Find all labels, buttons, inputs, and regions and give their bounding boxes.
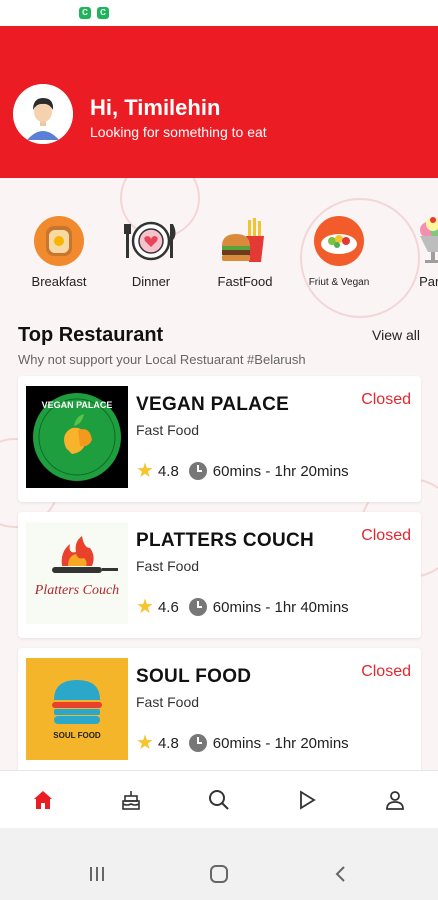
clock-icon — [188, 462, 207, 480]
profile-icon[interactable] — [380, 785, 410, 815]
play-icon[interactable] — [292, 785, 322, 815]
status-badge: Closed — [361, 391, 411, 408]
restaurant-logo: VEGAN PALACE — [26, 386, 128, 488]
search-icon[interactable] — [204, 785, 234, 815]
restaurant-meta: ★ 4.8 60mins - 1hr 20mins — [136, 732, 349, 754]
category-row: Breakfast Dinner FastFood Friut & Vegan … — [0, 214, 438, 304]
home-icon[interactable] — [28, 785, 58, 815]
bottom-navigation — [0, 770, 438, 828]
status-bar: C C — [0, 0, 438, 26]
clock-icon — [188, 598, 207, 616]
category-parfait[interactable]: Parf — [386, 214, 438, 289]
restaurant-card[interactable]: SOUL FOOD SOUL FOOD Closed Fast Food ★ 4… — [18, 648, 421, 770]
salad-bowl-icon — [312, 214, 366, 268]
parfait-icon — [404, 214, 438, 268]
restaurant-name: SOUL FOOD — [136, 666, 252, 687]
star-icon: ★ — [136, 732, 154, 754]
header: Hi, Timilehin Looking for something to e… — [0, 26, 438, 178]
restaurant-category: Fast Food — [136, 558, 200, 574]
restaurant-card[interactable]: Platters Couch PLATTERS COUCH Closed Fas… — [18, 512, 421, 638]
rating-value: 4.6 — [157, 598, 179, 616]
star-icon: ★ — [136, 460, 154, 482]
status-badge: Closed — [361, 663, 411, 680]
restaurant-card[interactable]: VEGAN PALACE VEGAN PALACE Closed Fast Fo… — [18, 376, 421, 502]
category-breakfast[interactable]: Breakfast — [14, 214, 104, 289]
star-icon: ★ — [136, 596, 154, 618]
status-badge: Closed — [361, 527, 411, 544]
restaurant-meta: ★ 4.6 60mins - 1hr 40mins — [136, 596, 349, 618]
rating-value: 4.8 — [157, 462, 179, 480]
breakfast-toast-icon — [32, 214, 86, 268]
view-all-link[interactable]: View all — [372, 327, 420, 343]
section-title: Top Restaurant — [18, 324, 164, 346]
category-fruit-vegan[interactable]: Friut & Vegan — [294, 214, 384, 288]
delivery-time: 60mins - 1hr 20mins — [212, 734, 349, 752]
avatar[interactable] — [13, 84, 73, 144]
rating-value: 4.8 — [157, 734, 179, 752]
category-dinner[interactable]: Dinner — [106, 214, 196, 289]
cake-icon[interactable] — [116, 785, 146, 815]
restaurant-meta: ★ 4.8 60mins - 1hr 20mins — [136, 460, 349, 482]
restaurant-category: Fast Food — [136, 694, 200, 710]
delivery-time: 60mins - 1hr 20mins — [212, 462, 349, 480]
main-content[interactable]: Breakfast Dinner FastFood Friut & Vegan … — [0, 178, 438, 770]
section-subtitle: Why not support your Local Restuarant #B… — [18, 352, 306, 367]
notification-icon: C — [97, 7, 109, 19]
restaurant-logo: Platters Couch — [26, 522, 128, 624]
svg-text:SOUL FOOD: SOUL FOOD — [53, 731, 101, 740]
restaurant-name: VEGAN PALACE — [136, 394, 290, 415]
category-fastfood[interactable]: FastFood — [200, 214, 290, 289]
clock-icon — [188, 734, 207, 752]
restaurant-name: PLATTERS COUCH — [136, 530, 315, 551]
svg-text:Platters Couch: Platters Couch — [34, 583, 119, 598]
header-subtitle: Looking for something to eat — [90, 124, 267, 140]
delivery-time: 60mins - 1hr 40mins — [212, 598, 349, 616]
recent-apps-icon[interactable] — [82, 862, 112, 886]
restaurant-category: Fast Food — [136, 422, 200, 438]
home-button-icon[interactable] — [204, 862, 234, 886]
notification-icon: C — [79, 7, 91, 19]
burger-fries-icon — [218, 214, 272, 268]
svg-text:VEGAN PALACE: VEGAN PALACE — [42, 400, 113, 410]
dinner-plate-icon — [124, 214, 178, 268]
restaurant-logo: SOUL FOOD — [26, 658, 128, 760]
back-icon[interactable] — [326, 862, 356, 886]
greeting: Hi, Timilehin — [90, 95, 221, 120]
system-navigation — [0, 828, 438, 900]
